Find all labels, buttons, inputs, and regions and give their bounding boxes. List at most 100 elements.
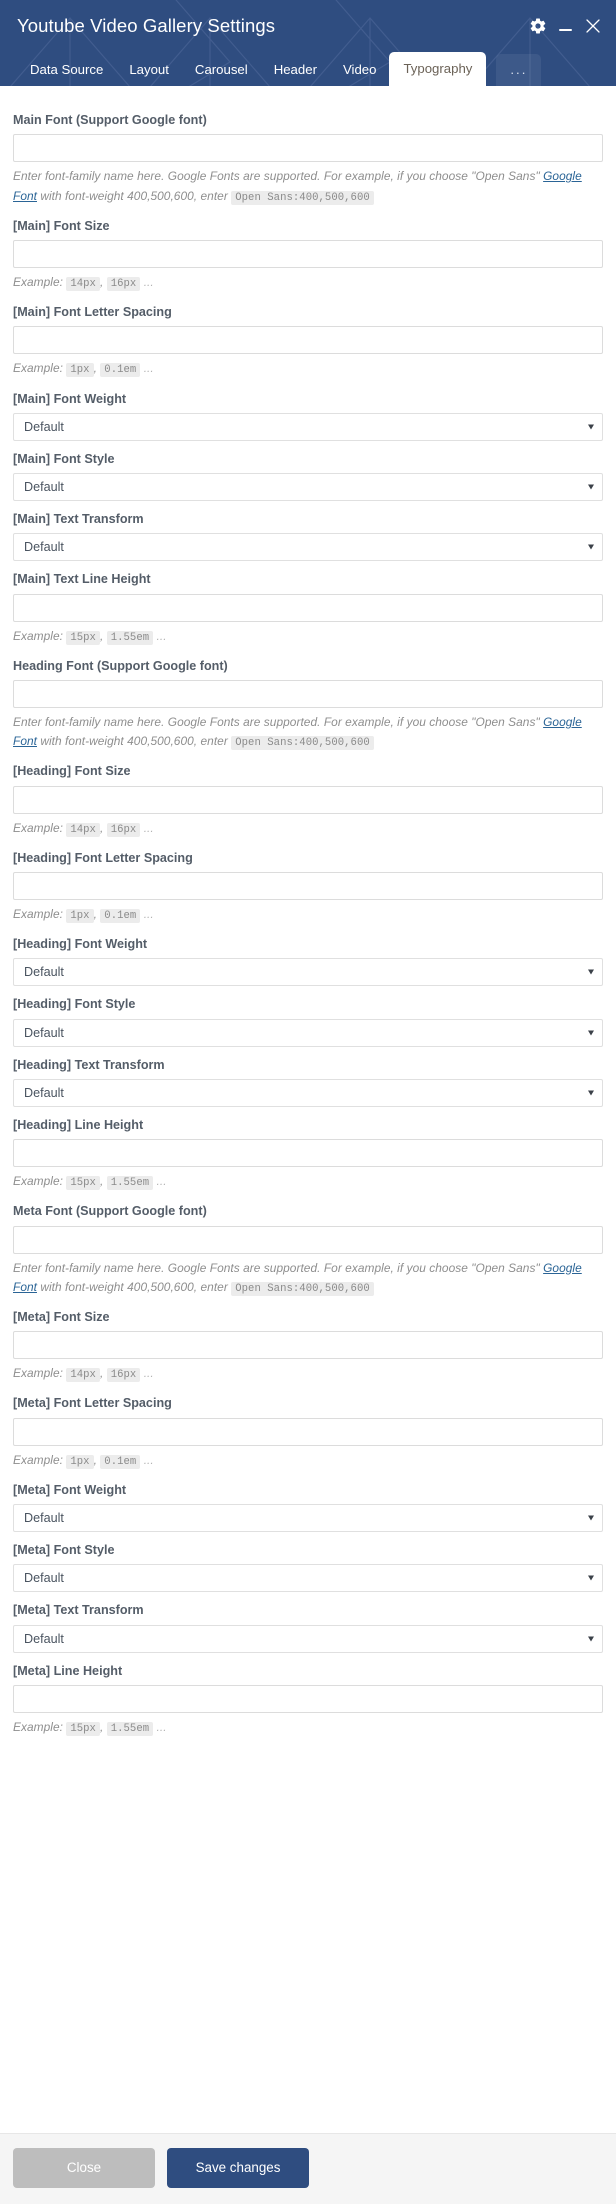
help-main-letter-spacing: Example: 1px, 0.1em ...: [13, 354, 603, 380]
code-spacing-1: 1px: [66, 363, 94, 378]
help-heading-line-height: Example: 15px, 1.55em ...: [13, 1167, 603, 1193]
ellipsis: ...: [156, 628, 167, 643]
field-main-line-height: [Main] Text Line Height Example: 15px, 1…: [13, 561, 603, 647]
tab-overflow-more[interactable]: ...: [496, 53, 542, 86]
select-wrap-heading-text-transform: Default: [13, 1078, 603, 1107]
label-main-line-height: [Main] Text Line Height: [13, 572, 151, 587]
code-open-sans: Open Sans:400,500,600: [231, 1281, 374, 1296]
select-wrap-meta-font-style: Default: [13, 1564, 603, 1593]
input-meta-font-size[interactable]: [13, 1331, 603, 1360]
select-wrap-main-font-weight: Default: [13, 412, 603, 441]
help-meta-line-height: Example: 15px, 1.55em ...: [13, 1713, 603, 1739]
gear-icon[interactable]: [529, 17, 547, 35]
select-main-text-transform[interactable]: Default: [13, 533, 603, 562]
window-controls: [529, 17, 602, 35]
field-meta-font-size: [Meta] Font Size Example: 14px, 16px ...: [13, 1299, 603, 1385]
select-heading-font-style[interactable]: Default: [13, 1018, 603, 1047]
dialog-footer: Close Save changes: [0, 2132, 616, 2204]
field-main-font-weight: [Main] Font Weight Default: [13, 381, 603, 441]
input-meta-letter-spacing[interactable]: [13, 1417, 603, 1446]
select-wrap-heading-font-style: Default: [13, 1018, 603, 1047]
label-main-font-style: [Main] Font Style: [13, 451, 115, 466]
input-meta-line-height[interactable]: [13, 1684, 603, 1713]
help-meta-font-size: Example: 14px, 16px ...: [13, 1359, 603, 1385]
example-label: Example:: [13, 1452, 63, 1467]
field-main-letter-spacing: [Main] Font Letter Spacing Example: 1px,…: [13, 294, 603, 380]
ellipsis: ...: [143, 1366, 154, 1381]
tab-typography[interactable]: Typography: [389, 51, 487, 86]
field-heading-text-transform: [Heading] Text Transform Default: [13, 1047, 603, 1107]
input-heading-font-size[interactable]: [13, 785, 603, 814]
tab-video[interactable]: Video: [330, 54, 390, 86]
help-text-mid: with font-weight 400,500,600, enter: [37, 188, 232, 203]
ellipsis: ...: [156, 1719, 167, 1734]
help-text-mid: with font-weight 400,500,600, enter: [37, 734, 232, 749]
input-main-font[interactable]: [13, 134, 603, 163]
field-main-font-size: [Main] Font Size Example: 14px, 16px ...: [13, 208, 603, 294]
label-heading-text-transform: [Heading] Text Transform: [13, 1057, 165, 1072]
comma: ,: [99, 1719, 104, 1734]
title-row: Youtube Video Gallery Settings: [0, 0, 616, 44]
code-lineheight-1: 15px: [66, 630, 100, 645]
select-wrap-main-font-style: Default: [13, 473, 603, 501]
code-size-1: 14px: [66, 276, 100, 291]
example-label: Example:: [13, 1366, 63, 1381]
label-heading-font-weight: [Heading] Font Weight: [13, 937, 148, 952]
code-lineheight-2: 1.55em: [106, 1176, 154, 1191]
tab-data-source[interactable]: Data Source: [17, 54, 116, 86]
select-meta-font-style[interactable]: Default: [13, 1564, 603, 1593]
field-heading-line-height: [Heading] Line Height Example: 15px, 1.5…: [13, 1107, 603, 1193]
label-main-text-transform: [Main] Text Transform: [13, 512, 144, 526]
label-heading-font: Heading Font (Support Google font): [13, 658, 228, 673]
label-heading-font-size: [Heading] Font Size: [13, 764, 131, 779]
field-meta-font-style: [Meta] Font Style Default: [13, 1532, 603, 1593]
select-meta-font-weight[interactable]: Default: [13, 1504, 603, 1533]
select-main-font-style[interactable]: Default: [13, 473, 603, 501]
label-heading-line-height: [Heading] Line Height: [13, 1117, 144, 1132]
comma: ,: [99, 1174, 104, 1189]
ellipsis: ...: [143, 1452, 154, 1467]
typography-settings-form: Main Font (Support Google font) Enter fo…: [0, 86, 616, 2133]
tab-header[interactable]: Header: [261, 54, 330, 86]
input-heading-font[interactable]: [13, 679, 603, 708]
input-main-font-size[interactable]: [13, 239, 603, 268]
input-meta-font[interactable]: [13, 1225, 603, 1254]
field-meta-text-transform: [Meta] Text Transform Default: [13, 1592, 603, 1653]
code-open-sans: Open Sans:400,500,600: [231, 736, 374, 751]
help-heading-letter-spacing: Example: 1px, 0.1em ...: [13, 900, 603, 926]
input-heading-line-height[interactable]: [13, 1139, 603, 1168]
select-main-font-weight[interactable]: Default: [13, 412, 603, 441]
minimize-icon[interactable]: [558, 18, 573, 34]
select-heading-font-weight[interactable]: Default: [13, 958, 603, 987]
label-meta-font-style: [Meta] Font Style: [13, 1543, 115, 1558]
example-label: Example:: [13, 628, 63, 643]
comma: ,: [93, 907, 97, 921]
input-main-letter-spacing[interactable]: [13, 326, 603, 355]
example-label: Example:: [13, 274, 63, 289]
example-label: Example:: [13, 907, 63, 921]
example-label: Example:: [13, 1174, 63, 1189]
code-lineheight-2: 1.55em: [106, 1721, 154, 1736]
input-heading-letter-spacing[interactable]: [13, 872, 603, 900]
comma: ,: [99, 820, 104, 835]
label-meta-line-height: [Meta] Line Height: [13, 1663, 123, 1678]
save-changes-button[interactable]: Save changes: [167, 2147, 309, 2188]
code-spacing-2: 0.1em: [100, 363, 141, 378]
help-main-font-size: Example: 14px, 16px ...: [13, 268, 603, 294]
field-main-text-transform: [Main] Text Transform Default: [13, 501, 603, 562]
close-button[interactable]: Close: [13, 2147, 155, 2188]
select-meta-text-transform[interactable]: Default: [13, 1624, 603, 1653]
label-meta-font: Meta Font (Support Google font): [13, 1204, 207, 1219]
help-text-prefix: Enter font-family name here. Google Font…: [13, 1260, 544, 1275]
help-heading-font-size: Example: 14px, 16px ...: [13, 814, 603, 840]
tab-layout[interactable]: Layout: [116, 54, 182, 86]
field-meta-font: Meta Font (Support Google font) Enter fo…: [13, 1193, 603, 1299]
field-meta-letter-spacing: [Meta] Font Letter Spacing Example: 1px,…: [13, 1385, 603, 1471]
select-heading-text-transform[interactable]: Default: [13, 1078, 603, 1107]
field-heading-font-weight: [Heading] Font Weight Default: [13, 926, 603, 987]
close-icon[interactable]: [584, 17, 602, 35]
code-open-sans: Open Sans:400,500,600: [231, 190, 374, 205]
tab-carousel[interactable]: Carousel: [182, 54, 261, 86]
code-size-1: 14px: [66, 822, 100, 837]
input-main-line-height[interactable]: [13, 593, 603, 622]
